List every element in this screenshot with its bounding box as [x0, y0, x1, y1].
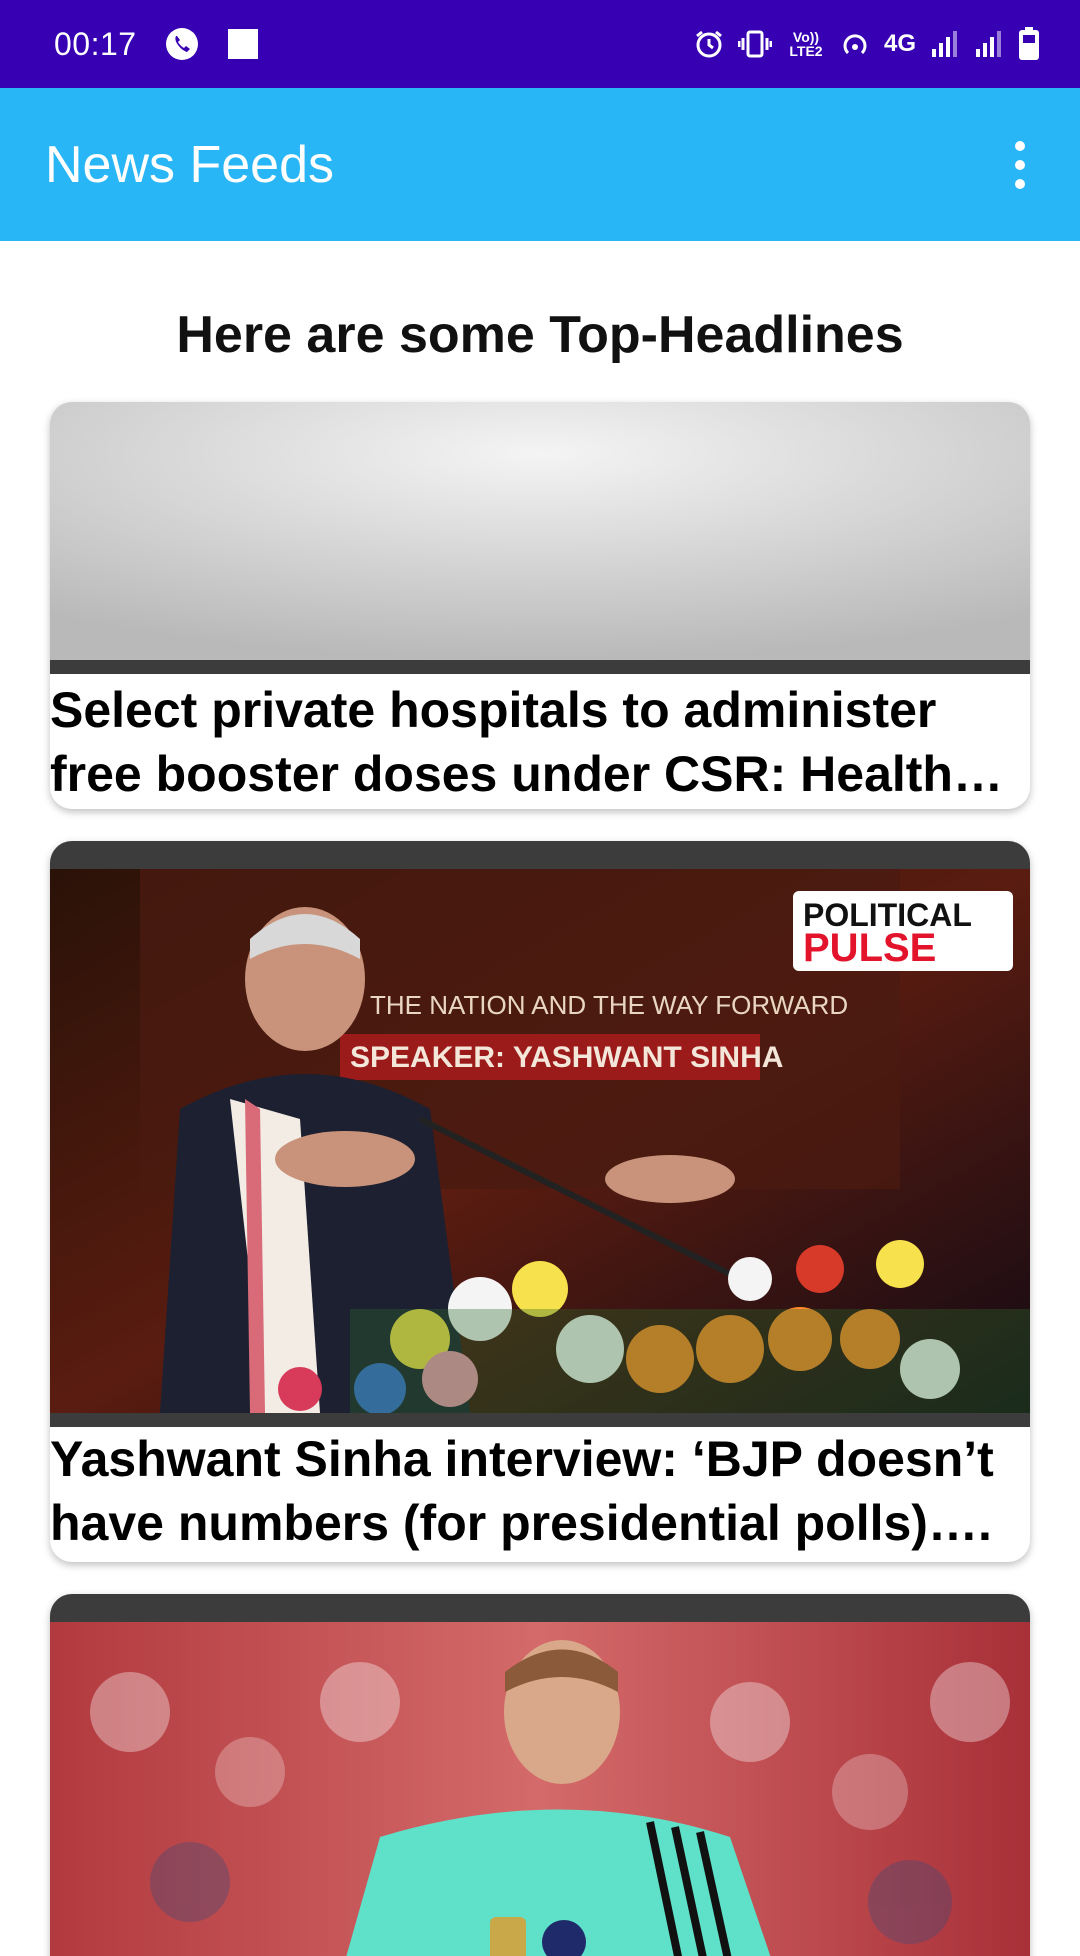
news-image[interactable]: THE NATION AND THE WAY FORWARD SPEAKER: … — [50, 869, 1030, 1413]
status-bar: 00:17 Vo)) LTE2 4G — [0, 0, 1080, 88]
banner-text: THE NATION AND THE WAY FORWARD — [370, 990, 848, 1020]
app-title: News Feeds — [45, 135, 334, 194]
news-title-line: free booster doses under CSR: Health… — [50, 746, 1003, 802]
network-type-label: 4G — [883, 30, 916, 57]
alarm-icon — [694, 29, 724, 59]
news-image[interactable] — [50, 402, 1030, 660]
status-right: Vo)) LTE2 4G — [694, 27, 1040, 61]
volte-icon: Vo)) LTE2 — [789, 29, 823, 59]
news-list[interactable]: Here are some Top-Headlines Select priva… — [0, 241, 1080, 1956]
banner-text: SPEAKER: YASHWANT SINHA — [350, 1041, 783, 1074]
news-card[interactable]: Select private hospitals to administer f… — [50, 402, 1030, 809]
signal-icon — [974, 29, 1004, 59]
overflow-dot-icon — [1015, 140, 1025, 151]
square-notification-icon — [227, 28, 259, 60]
image-top-bar — [50, 1594, 1030, 1622]
phone-call-icon — [165, 27, 199, 61]
status-left: 00:17 — [54, 26, 259, 63]
news-image[interactable]: QATAR — [50, 1622, 1030, 1956]
image-divider — [50, 660, 1030, 674]
news-card[interactable]: QATAR — [50, 1594, 1030, 1956]
overflow-dot-icon — [1015, 178, 1025, 189]
app-bar: News Feeds — [0, 88, 1080, 241]
news-title[interactable]: Yashwant Sinha interview: ‘BJP doesn’t h… — [50, 1427, 1030, 1555]
news-title-line: have numbers (for presidential polls)…. — [50, 1495, 992, 1551]
logo-text: PULSE — [803, 926, 936, 970]
signal-4g-icon — [930, 29, 960, 59]
news-title[interactable]: Select private hospitals to administer f… — [50, 678, 1030, 806]
news-card[interactable]: THE NATION AND THE WAY FORWARD SPEAKER: … — [50, 841, 1030, 1562]
overflow-menu-button[interactable] — [1000, 125, 1040, 205]
overflow-dot-icon — [1015, 159, 1025, 170]
image-top-bar — [50, 841, 1030, 869]
image-divider — [50, 1413, 1030, 1427]
news-title-line: Select private hospitals to administer — [50, 682, 937, 738]
hotspot-icon — [840, 29, 870, 59]
news-title-line: Yashwant Sinha interview: ‘BJP doesn’t — [50, 1431, 994, 1487]
vibrate-icon — [737, 29, 772, 59]
battery-icon — [1018, 27, 1040, 61]
page-heading: Here are some Top-Headlines — [176, 306, 904, 364]
status-time: 00:17 — [54, 25, 137, 62]
